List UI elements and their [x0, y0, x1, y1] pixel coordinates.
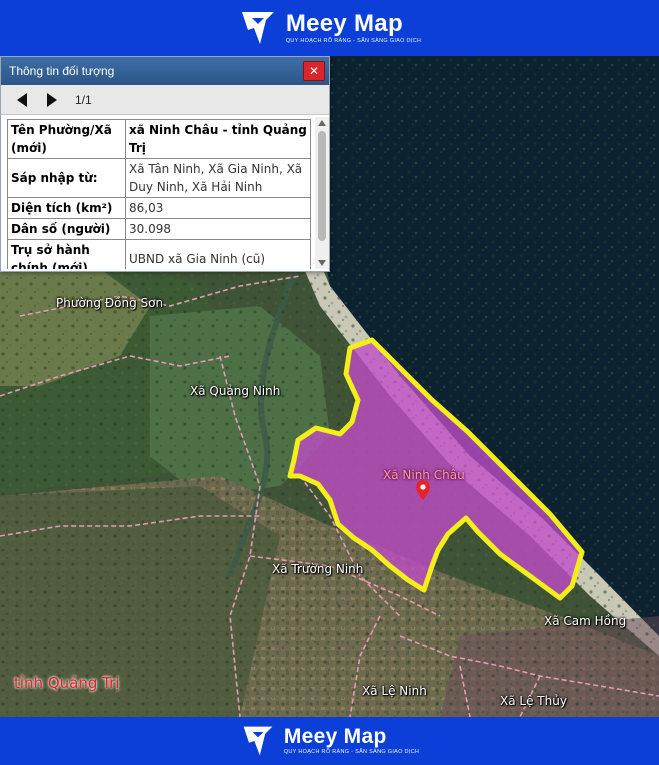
- footer-brand-name: Meey Map: [283, 725, 387, 748]
- prev-button[interactable]: [15, 92, 29, 108]
- row-value: 86,03: [125, 197, 311, 219]
- row-key: Sáp nhập từ:: [7, 158, 126, 198]
- row-key: Dân số (người): [7, 218, 126, 240]
- panel-title: Thông tin đối tượng: [9, 64, 115, 78]
- footer-brand-logo[interactable]: Meey Map QUY HOẠCH RÕ RÀNG - SẴN SÀNG GI…: [240, 723, 419, 759]
- label-le-thuy: Xã Lệ Thủy: [500, 694, 567, 708]
- meey-logo-icon: [241, 12, 274, 44]
- brand-logo[interactable]: Meey Map QUY HOẠCH RÕ RÀNG - SẴN SÀNG GI…: [238, 8, 421, 48]
- row-value: xã Ninh Châu - tỉnh Quảng Trị: [125, 119, 311, 159]
- close-button[interactable]: ✕: [303, 61, 325, 81]
- row-value: 30.098: [125, 218, 311, 240]
- label-quang-ninh: Xã Quảng Ninh: [190, 384, 281, 398]
- scroll-up-button[interactable]: [315, 117, 329, 129]
- brand-name: Meey Map: [285, 10, 403, 37]
- top-banner: Meey Map QUY HOẠCH RÕ RÀNG - SẴN SÀNG GI…: [0, 0, 659, 56]
- info-table: Tên Phường/Xã (mới) xã Ninh Châu - tỉnh …: [7, 119, 311, 269]
- scroll-thumb[interactable]: [318, 131, 326, 241]
- scroll-down-button[interactable]: [315, 257, 329, 269]
- table-row: Trụ sở hành chính (mới) UBND xã Gia Ninh…: [7, 239, 311, 269]
- info-table-scroll[interactable]: Tên Phường/Xã (mới) xã Ninh Châu - tỉnh …: [7, 119, 311, 269]
- brand-tagline: QUY HOẠCH RÕ RÀNG - SẴN SÀNG GIAO DỊCH: [285, 38, 422, 44]
- row-key: Tên Phường/Xã (mới): [7, 119, 126, 159]
- bottom-banner: Meey Map QUY HOẠCH RÕ RÀNG - SẴN SÀNG GI…: [0, 717, 659, 765]
- label-truong-ninh: Xã Trường Ninh: [272, 562, 364, 576]
- row-key: Diện tích (km²): [7, 197, 126, 219]
- footer-brand-tagline: QUY HOẠCH RÕ RÀNG - SẴN SÀNG GIAO DỊCH: [283, 749, 420, 755]
- row-key: Trụ sở hành chính (mới): [7, 239, 126, 269]
- meey-logo-icon: [243, 726, 273, 756]
- label-dong-son: Phường Đồng Sơn: [56, 296, 164, 310]
- caret-down-icon: [318, 260, 326, 266]
- label-province: tỉnh Quảng Trị: [14, 674, 120, 692]
- location-pin-icon[interactable]: [416, 480, 430, 500]
- row-value: Xã Tân Ninh, Xã Gia Ninh, Xã Duy Ninh, X…: [125, 158, 311, 198]
- table-row: Dân số (người) 30.098: [7, 218, 311, 240]
- panel-header: Thông tin đối tượng ✕: [1, 57, 329, 85]
- object-info-panel: Thông tin đối tượng ✕ 1/1 Tên Phường/Xã …: [0, 56, 330, 272]
- table-row: Sáp nhập từ: Xã Tân Ninh, Xã Gia Ninh, X…: [7, 158, 311, 198]
- next-button[interactable]: [45, 92, 59, 108]
- label-le-ninh: Xã Lệ Ninh: [362, 684, 427, 698]
- pager-count: 1/1: [75, 92, 92, 107]
- table-row: Diện tích (km²) 86,03: [7, 197, 311, 219]
- caret-up-icon: [318, 120, 326, 126]
- table-row: Tên Phường/Xã (mới) xã Ninh Châu - tỉnh …: [7, 119, 311, 159]
- pager: 1/1: [1, 85, 329, 115]
- triangle-right-icon: [47, 92, 57, 107]
- label-cam-hong: Xã Cam Hồng: [544, 614, 627, 628]
- row-value: UBND xã Gia Ninh (cũ): [125, 239, 311, 269]
- scrollbar[interactable]: [315, 117, 329, 269]
- triangle-left-icon: [17, 92, 27, 107]
